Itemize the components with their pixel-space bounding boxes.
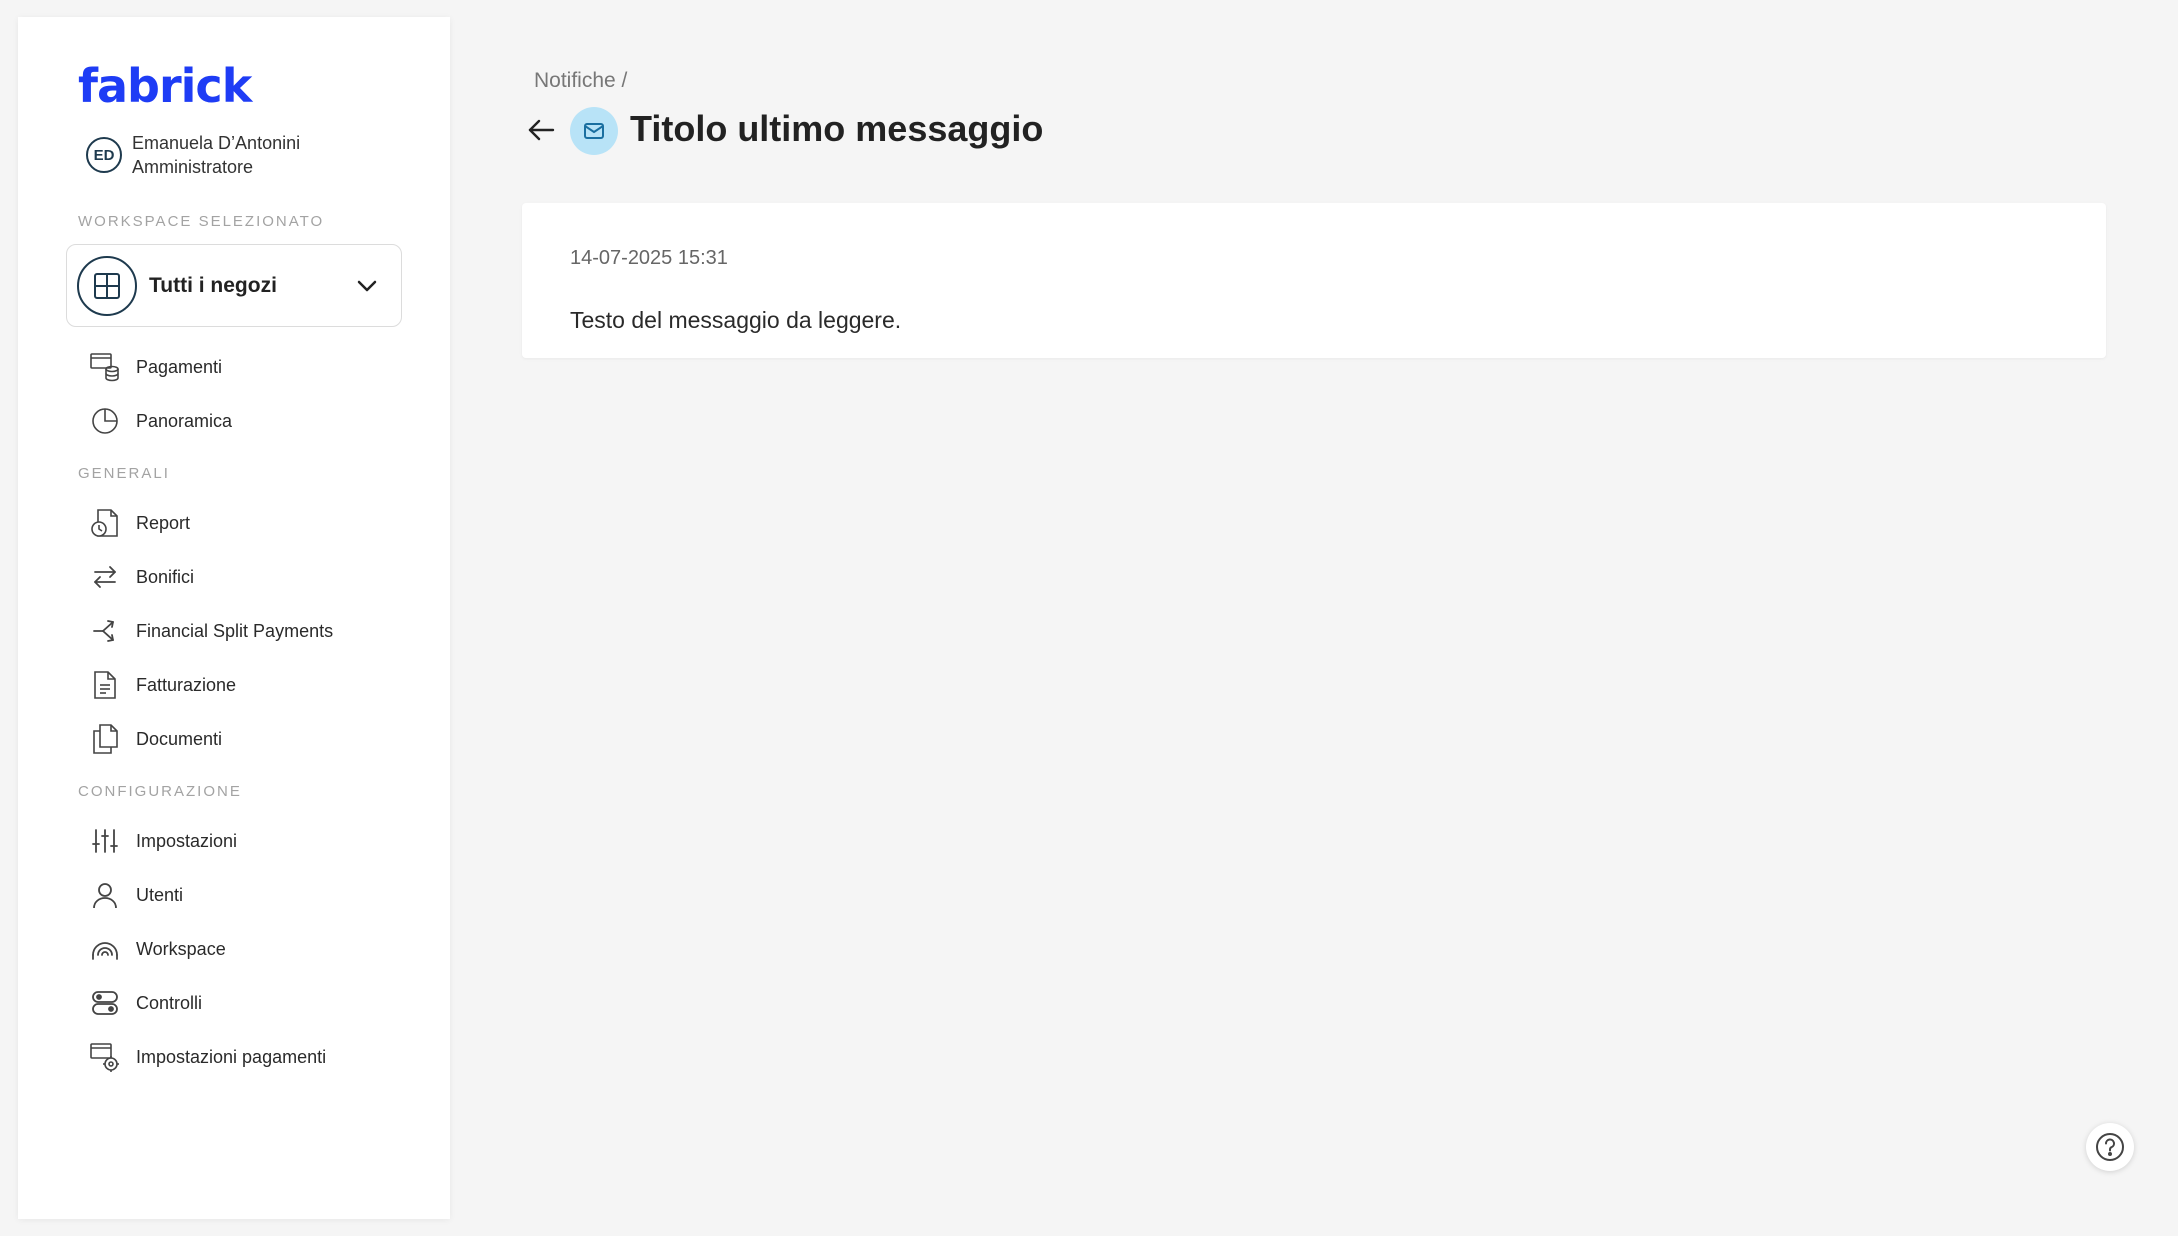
sidebar-item-label: Report [136, 512, 191, 533]
workspace-icon [88, 932, 122, 966]
sidebar-item-label: Panoramica [136, 410, 233, 431]
mail-icon [570, 107, 618, 155]
sidebar-item-label: Impostazioni pagamenti [136, 1046, 327, 1067]
sidebar-item-panoramica[interactable]: Panoramica [88, 401, 232, 441]
sidebar-item-label: Bonifici [136, 566, 195, 587]
sidebar-item-label: Impostazioni [136, 830, 238, 851]
sidebar-item-utenti[interactable]: Utenti [88, 875, 183, 915]
section-label-generali: GENERALI [78, 465, 170, 482]
grid-icon [77, 255, 137, 316]
chevron-down-icon [357, 280, 385, 292]
section-label-workspace: WORKSPACE SELEZIONATO [78, 213, 325, 230]
sidebar-item-pagamenti[interactable]: Pagamenti [88, 347, 222, 387]
arrow-left-icon [528, 119, 555, 141]
sidebar: fabrick ED Emanuela D’Antonini Amministr… [18, 17, 450, 1219]
help-button[interactable] [2086, 1123, 2134, 1171]
sidebar-item-label: Workspace [136, 938, 226, 959]
main-content: Notifiche / Titolo ultimo messaggio 14-0… [450, 17, 2178, 1219]
sidebar-item-label: Fatturazione [136, 674, 237, 695]
fabrick-logo[interactable]: fabrick [78, 59, 252, 113]
sidebar-item-fatturazione[interactable]: Fatturazione [88, 665, 236, 705]
workspace-selected-label: Tutti i negozi [149, 273, 277, 297]
user-role: Amministratore [132, 157, 254, 177]
user-icon [88, 878, 122, 912]
controls-icon [88, 986, 122, 1020]
payments-icon [88, 350, 122, 384]
message-text: Testo del messaggio da leggere. [570, 307, 902, 333]
sidebar-item-label: Controlli [136, 992, 203, 1013]
user-profile[interactable]: ED Emanuela D’Antonini Amministratore [86, 131, 300, 179]
sidebar-item-financial-split[interactable]: Financial Split Payments [88, 611, 333, 651]
sidebar-item-bonifici[interactable]: Bonifici [88, 557, 194, 597]
invoice-icon [88, 668, 122, 702]
sidebar-item-label: Documenti [136, 728, 223, 749]
payment-settings-icon [88, 1040, 122, 1074]
avatar: ED [86, 137, 122, 173]
workspace-selector[interactable]: Tutti i negozi [66, 244, 402, 327]
sidebar-item-label: Financial Split Payments [136, 620, 334, 641]
message-date: 14-07-2025 15:31 [570, 247, 728, 269]
sidebar-item-controlli[interactable]: Controlli [88, 983, 202, 1023]
sliders-icon [88, 824, 122, 858]
pie-chart-icon [88, 404, 122, 438]
sidebar-item-impostazioni-pagamenti[interactable]: Impostazioni pagamenti [88, 1037, 326, 1077]
sidebar-item-workspace[interactable]: Workspace [88, 929, 226, 969]
question-icon [2096, 1133, 2124, 1161]
sidebar-item-label: Pagamenti [136, 356, 223, 377]
back-button[interactable] [524, 113, 558, 147]
breadcrumb[interactable]: Notifiche / [534, 69, 627, 93]
report-icon [88, 506, 122, 540]
split-icon [88, 614, 122, 648]
sidebar-item-impostazioni[interactable]: Impostazioni [88, 821, 237, 861]
documents-icon [88, 722, 122, 756]
sidebar-item-documenti[interactable]: Documenti [88, 719, 222, 759]
sidebar-item-report[interactable]: Report [88, 503, 190, 543]
transfer-arrows-icon [88, 560, 122, 594]
user-name: Emanuela D’Antonini [132, 133, 301, 153]
sidebar-item-label: Utenti [136, 884, 184, 905]
section-label-configurazione: CONFIGURAZIONE [78, 783, 242, 800]
page-title: Titolo ultimo messaggio [630, 108, 1044, 149]
message-card: 14-07-2025 15:31 Testo del messaggio da … [522, 203, 2106, 358]
